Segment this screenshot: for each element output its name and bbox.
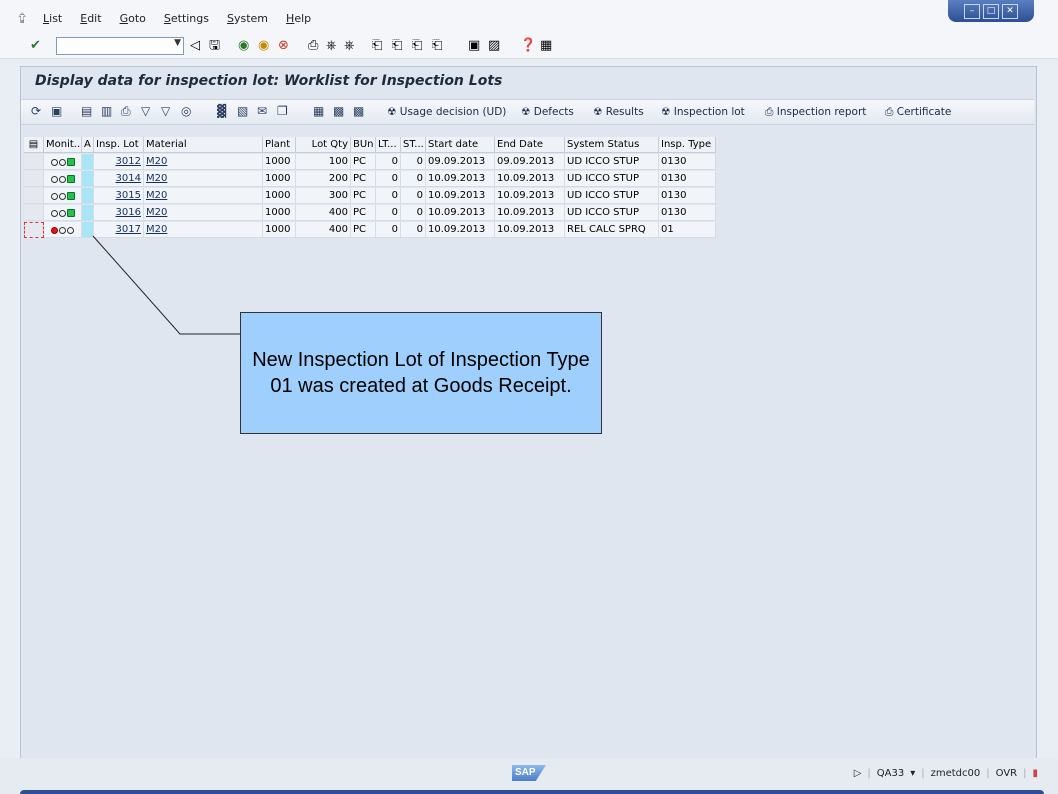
tcode-label[interactable]: QA33 [877, 768, 904, 779]
expand-status-icon[interactable]: ▷ [854, 768, 862, 779]
mode-label[interactable]: OVR [996, 768, 1017, 779]
server-label: zmetdc00 [930, 768, 981, 779]
status-bar: SAP ▷ | QA33 ▾ | zmetdc00 | OVR | ▮ [0, 758, 1058, 794]
lock-icon: ▮ [1032, 768, 1038, 779]
sap-logo: SAP [512, 765, 546, 781]
chevron-down-icon[interactable]: ▾ [910, 768, 915, 779]
bottom-frame [20, 790, 1044, 794]
callout-text: New Inspection Lot of Inspection Type 01… [252, 349, 590, 397]
annotation-callout: New Inspection Lot of Inspection Type 01… [240, 312, 602, 434]
system-info: ▷ | QA33 ▾ | zmetdc00 | OVR | ▮ [853, 768, 1038, 779]
